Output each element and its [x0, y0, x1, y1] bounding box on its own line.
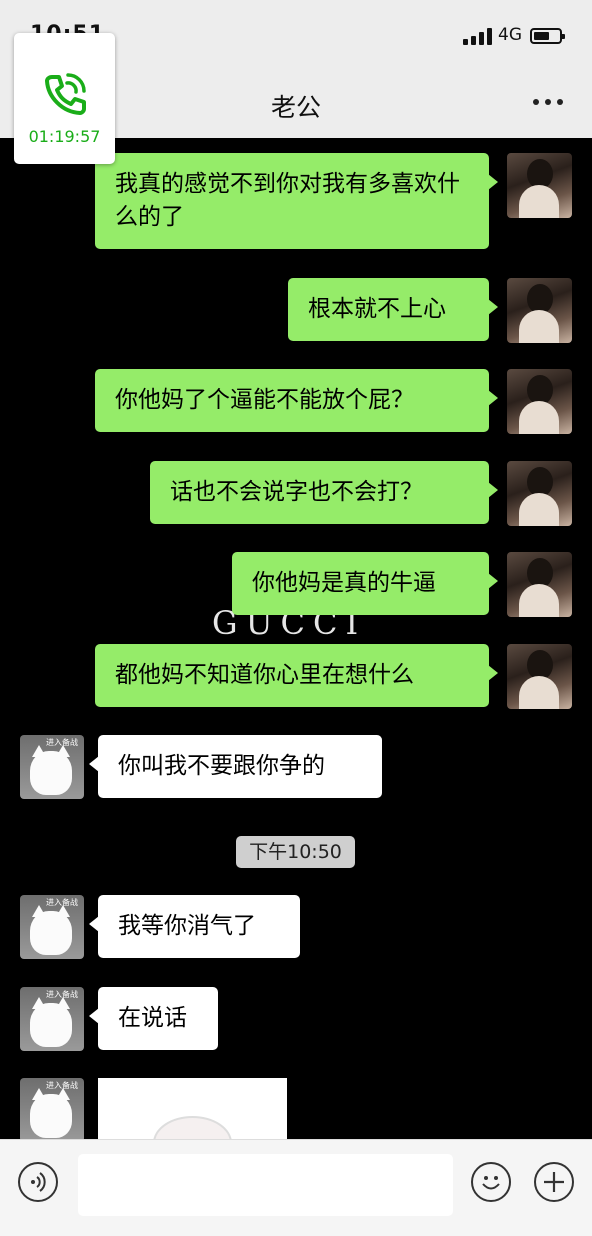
more-options-icon[interactable] — [533, 99, 563, 105]
message-bubble-out[interactable]: 话也不会说字也不会打？ — [150, 461, 498, 524]
my-avatar[interactable] — [507, 153, 572, 218]
message-bubble-out[interactable]: 你他妈了个逼能不能放个屁？ — [95, 369, 498, 432]
my-avatar[interactable] — [507, 461, 572, 526]
contact-avatar[interactable]: 进入备战 — [20, 895, 84, 959]
call-duration: 01:19:57 — [28, 127, 101, 146]
emoji-button[interactable] — [471, 1162, 511, 1202]
voice-input-button[interactable] — [18, 1162, 58, 1202]
my-avatar[interactable] — [507, 644, 572, 709]
chat-area[interactable]: GUCCI 我真的感觉不到你对我有多喜欢什么的了 根本就不上心 你他妈了个逼能不… — [0, 138, 592, 1139]
message-bubble-in[interactable]: 你叫我不要跟你争的 — [89, 735, 382, 798]
contact-avatar[interactable]: 进入备战 — [20, 987, 84, 1051]
contact-avatar[interactable]: 进入备战 — [20, 1078, 84, 1139]
signal-icon — [463, 28, 493, 45]
voice-call-float-widget[interactable]: 01:19:57 — [14, 33, 115, 164]
message-bubble-out[interactable]: 都他妈不知道你心里在想什么 — [95, 644, 498, 707]
image-message[interactable] — [98, 1078, 287, 1139]
my-avatar[interactable] — [507, 552, 572, 617]
plus-icon — [544, 1172, 564, 1192]
phone-call-icon — [45, 73, 86, 115]
message-timestamp: 下午10:50 — [236, 836, 355, 868]
input-bar — [0, 1139, 592, 1236]
my-avatar[interactable] — [507, 278, 572, 343]
my-avatar[interactable] — [507, 369, 572, 434]
voice-icon — [31, 1172, 46, 1192]
message-bubble-out[interactable]: 根本就不上心 — [288, 278, 498, 341]
more-functions-button[interactable] — [534, 1162, 574, 1202]
battery-icon — [530, 28, 565, 44]
message-bubble-in[interactable]: 我等你消气了 — [89, 895, 300, 958]
message-input[interactable] — [78, 1154, 453, 1216]
message-bubble-out[interactable]: 你他妈是真的牛逼 — [232, 552, 498, 615]
network-label: 4G — [498, 25, 522, 45]
message-bubble-out[interactable]: 我真的感觉不到你对我有多喜欢什么的了 — [95, 153, 498, 249]
message-bubble-in[interactable]: 在说话 — [89, 987, 218, 1050]
emoji-icon — [482, 1176, 500, 1190]
contact-avatar[interactable]: 进入备战 — [20, 735, 84, 799]
